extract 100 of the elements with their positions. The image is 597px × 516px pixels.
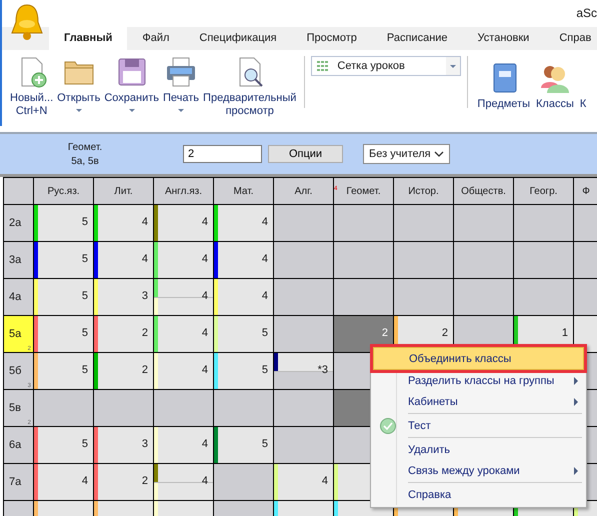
ribbon-button[interactable]: К [576,56,590,111]
lesson-cell[interactable] [454,205,513,241]
ribbon-tab[interactable]: Установки [462,27,544,50]
class-row-header[interactable]: 6а [4,427,33,463]
ribbon-tab[interactable]: Спецификация [184,27,292,50]
lesson-cell[interactable]: 2 [334,316,393,352]
lesson-cell[interactable] [274,242,333,278]
menu-item[interactable]: Связь между уроками [373,460,584,481]
column-header[interactable]: Геогр. [514,178,573,204]
column-header[interactable]: Мат. [214,178,273,204]
class-row-header[interactable]: 2а [4,205,33,241]
menu-item[interactable]: Объединить классы [373,347,584,370]
lesson-cell[interactable] [334,279,393,315]
lesson-cell[interactable] [514,205,573,241]
ribbon-button[interactable]: Сохранить [102,56,161,112]
lesson-cell[interactable]: 5 [34,205,93,241]
lesson-cell[interactable] [274,316,333,352]
lesson-cell[interactable] [334,242,393,278]
chevron-icon [434,151,444,157]
lesson-cell[interactable]: 4 [94,242,153,278]
menu-item[interactable]: Разделить классы на группы [373,370,584,391]
lesson-cell[interactable]: 4 [154,427,213,463]
lesson-cell[interactable]: 2 [94,464,153,500]
lesson-cell[interactable] [274,279,333,315]
column-header[interactable]: Англ.яз. [154,178,213,204]
ribbon-tab[interactable]: Файл [127,27,184,50]
lesson-cell[interactable]: 5 [34,316,93,352]
lesson-cell[interactable]: 4 [214,205,273,241]
menu-item[interactable]: Кабинеты [373,391,584,412]
ribbon-button[interactable]: Новый... Ctrl+N [8,56,56,118]
ribbon-tab[interactable]: Главный [49,27,128,50]
lesson-cell[interactable] [334,205,393,241]
lesson-cell[interactable]: 4 [154,464,213,500]
lesson-cell[interactable]: 4 [154,205,213,241]
lesson-cell[interactable]: 4 [274,464,333,500]
lesson-cell[interactable] [154,390,213,426]
lesson-cell[interactable]: 5 [34,279,93,315]
lesson-cell[interactable]: 4 [214,242,273,278]
lesson-cell[interactable] [574,242,597,278]
lesson-cell[interactable]: 4 [154,279,213,315]
menu-item[interactable]: Справка [373,484,584,505]
lesson-cell[interactable] [94,390,153,426]
lesson-cell[interactable] [274,205,333,241]
caret-icon [76,109,82,112]
lesson-cell[interactable]: 4 [94,205,153,241]
lesson-cell[interactable] [454,279,513,315]
column-header[interactable]: Алг. [274,178,333,204]
lesson-cell[interactable]: 2 [94,353,153,389]
lesson-cell[interactable]: 3 [94,427,153,463]
ribbon-tab[interactable]: Просмотр [292,27,372,50]
column-header[interactable]: Обществ. [454,178,513,204]
ribbon-button[interactable]: Классы [533,56,577,111]
teacher-dropdown[interactable]: Без учителя [363,144,450,164]
lesson-cell[interactable]: 5 [214,353,273,389]
class-row-header[interactable]: 3а [4,242,33,278]
check-icon [380,418,396,434]
column-header[interactable]: Истор. [394,178,453,204]
lesson-cell[interactable] [214,464,273,500]
lesson-cell[interactable]: 3 [94,279,153,315]
lesson-cell[interactable] [274,427,333,463]
lesson-cell[interactable]: *3 [274,353,333,389]
ribbon-button[interactable]: Предметы [474,56,533,111]
lesson-cell[interactable]: 4 [34,464,93,500]
column-header[interactable]: Ф [574,178,597,204]
view-dropdown[interactable]: Сетка уроков [311,56,462,76]
lesson-cell[interactable]: 4 [214,279,273,315]
lesson-cell[interactable] [214,390,273,426]
column-header[interactable]: Лит. [94,178,153,204]
menu-item[interactable]: Удалить [373,439,584,460]
ribbon-tab[interactable]: Справ [544,27,597,50]
ribbon-tab[interactable]: Расписание [372,27,463,50]
lesson-cell[interactable] [514,279,573,315]
count-field[interactable]: 2 [183,145,262,163]
ribbon-button[interactable]: Предварительный просмотр [201,56,298,118]
lesson-cell[interactable] [514,242,573,278]
menu-item[interactable]: Тест [373,415,584,436]
submenu-arrow-icon [574,466,578,474]
class-row-header[interactable]: 4а [4,279,33,315]
lesson-cell[interactable]: 5 [34,427,93,463]
lesson-cell[interactable]: 2 [94,316,153,352]
lesson-cell[interactable] [274,390,333,426]
lesson-cell[interactable]: 4 [154,316,213,352]
lesson-cell[interactable] [394,205,453,241]
lesson-cell[interactable]: 4 [154,242,213,278]
lesson-cell[interactable] [34,390,93,426]
lesson-cell[interactable] [574,205,597,241]
lesson-cell[interactable]: 5 [214,427,273,463]
class-row-header[interactable]: 7а [4,464,33,500]
lesson-cell[interactable] [454,242,513,278]
ribbon-button[interactable]: Печать [161,56,202,112]
column-header[interactable]: Рус.яз. [34,178,93,204]
lesson-cell[interactable]: 5 [214,316,273,352]
options-button[interactable]: Опции [268,145,343,163]
lesson-cell[interactable] [574,279,597,315]
ribbon-button[interactable]: Открыть [55,56,102,112]
lesson-cell[interactable]: 5 [34,353,93,389]
lesson-cell[interactable]: 4 [154,353,213,389]
lesson-cell[interactable] [394,242,453,278]
lesson-cell[interactable]: 5 [34,242,93,278]
lesson-cell[interactable] [394,279,453,315]
